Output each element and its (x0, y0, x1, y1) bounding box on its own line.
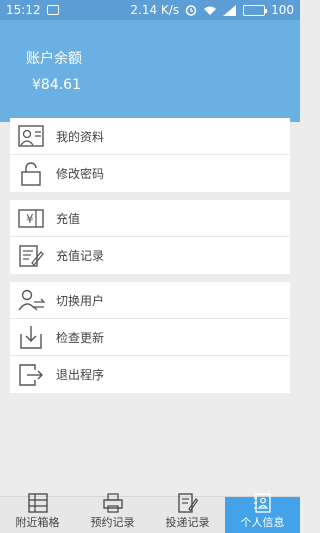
menu-item-label: 切换用户 (56, 293, 105, 308)
menu-group-profile: 我的资料 修改密码 (10, 118, 290, 192)
network-speed: 2.14 K/s (130, 3, 180, 17)
menu-item-recharge[interactable]: ¥ 充值 (10, 200, 290, 237)
menu-item-label: 充值记录 (56, 249, 105, 263)
battery-icon (243, 4, 268, 16)
menu-item-recharge-history[interactable]: 充值记录 (10, 237, 290, 274)
tab-nearby-lockers[interactable]: 附近箱格 (0, 493, 75, 533)
tab-label: 投递记录 (165, 516, 210, 529)
contact-book-icon (253, 493, 273, 513)
tab-delivery-records[interactable]: 投递记录 (150, 493, 225, 533)
menu-item-label: 退出程序 (56, 368, 105, 382)
print-record-icon (102, 493, 123, 513)
menu-item-change-password[interactable]: 修改密码 (10, 155, 290, 192)
signal-icon (223, 4, 237, 16)
tab-label: 个人信息 (240, 516, 285, 529)
status-time: 15:12 (6, 3, 41, 17)
alarm-icon (185, 5, 197, 16)
menu-item-check-update[interactable]: 检查更新 (10, 319, 290, 356)
menu-item-label: 充值 (56, 211, 81, 226)
menu-item-switch-user[interactable]: 切换用户 (10, 282, 290, 319)
download-update-icon (14, 323, 48, 351)
switch-user-icon (14, 286, 48, 314)
account-header: 账户余额 ¥84.61 (0, 20, 300, 122)
bottom-tab-bar: 附近箱格 预约记录 投递记录 个人信息 (0, 493, 300, 533)
grid-cabinet-icon (27, 493, 48, 513)
tab-reservation-records[interactable]: 预约记录 (75, 493, 150, 533)
lock-icon (14, 160, 48, 188)
tab-label: 预约记录 (90, 516, 135, 529)
profile-card-icon (14, 122, 48, 150)
tab-personal-info[interactable]: 个人信息 (225, 493, 300, 533)
menu-item-my-profile[interactable]: 我的资料 (10, 118, 290, 155)
edit-list-icon (177, 493, 198, 513)
menu-group-system: 切换用户 检查更新 退出程序 (10, 282, 290, 393)
record-edit-icon (14, 242, 48, 270)
balance-label: 账户余额 (26, 51, 82, 67)
menu-item-label: 我的资料 (56, 129, 105, 144)
battery-level: 100 (271, 3, 294, 17)
balance-amount: ¥84.61 (32, 77, 81, 93)
status-bar: 15:12 2.14 K/s 100 (0, 0, 300, 20)
exit-icon (14, 361, 48, 389)
menu-item-label: 检查更新 (56, 330, 105, 345)
tab-label: 附近箱格 (15, 516, 60, 529)
menu-item-exit[interactable]: 退出程序 (10, 356, 290, 393)
menu-item-label: 修改密码 (56, 167, 105, 181)
svg-text:¥: ¥ (26, 212, 34, 226)
yen-wallet-icon: ¥ (14, 204, 48, 232)
image-notification-icon (46, 5, 59, 15)
menu-group-recharge: ¥ 充值 充值记录 (10, 200, 290, 274)
wifi-icon (204, 6, 217, 15)
